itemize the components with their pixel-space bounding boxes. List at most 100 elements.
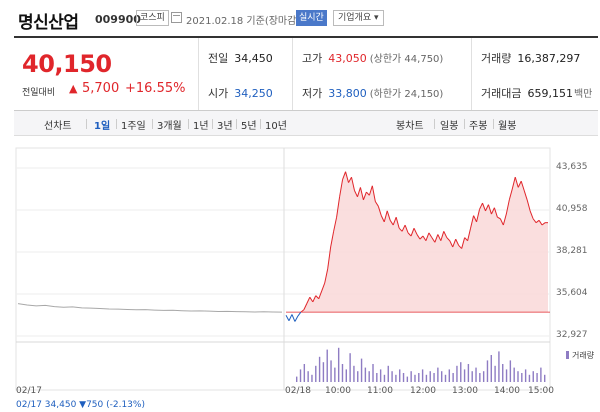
volume-bar [368,371,370,382]
price-segment [303,303,308,310]
volume-bar [345,369,347,382]
period-1y[interactable]: 1년 [193,117,209,132]
separator [260,119,261,129]
volume-bar [364,367,367,382]
volume-bar [315,365,317,382]
volume-bar [494,365,496,382]
price-segment [446,237,451,242]
volume-bar [326,349,328,382]
price-segment [416,234,421,240]
y-tick-label: 40,958 [556,204,588,214]
volume-legend: 거래량 [572,351,595,360]
period-1w[interactable]: 1주일 [121,117,146,132]
chart-series-lines [17,171,550,322]
volume-bar [498,351,500,382]
period-5y[interactable]: 5년 [241,117,257,132]
price-summary: 40,150 전일대비 ▲ 5,700 +16.55% [14,38,198,110]
price-segment [449,240,454,248]
realtime-button[interactable]: 실시간 [296,10,327,26]
price-segment [464,237,468,242]
x-tick-label: 13:00 [452,386,478,396]
price-segment [398,227,403,232]
volume-bar [410,371,412,382]
prev-day-line [17,303,283,313]
price-segment [490,207,495,215]
price-segment [476,209,481,223]
volume-legend-swatch [566,351,569,359]
price-segment [359,187,364,201]
price-segment [380,215,385,223]
volume-bar [376,373,378,382]
price-segment [351,177,355,191]
price-segment [482,202,486,212]
low-label: 저가 [302,87,323,100]
volume-bar [399,369,401,382]
volume-bar [448,369,451,382]
market-badge: 코스피 [136,10,169,26]
volume-label: 거래량 [481,52,512,65]
candle-monthly[interactable]: 월봉 [498,117,516,132]
price-segment [345,171,350,183]
volume-bar [391,371,393,382]
prev-close-value: 34,450 [234,52,273,65]
price-segment [312,295,317,303]
volume-bar [521,373,523,382]
company-info-dropdown[interactable]: 기업개요 ▾ [333,10,384,26]
volume-bar [471,371,473,382]
price-segment [354,190,358,198]
price-segment [479,202,483,210]
price-segment [407,232,412,237]
price-segment [455,238,460,246]
price-segment [315,295,320,300]
x-tick-label: 02/17 [16,386,42,396]
volume-bar [505,369,508,382]
y-tick-label: 32,927 [556,330,588,340]
volume-bar [502,364,504,382]
volume-bar [437,367,439,382]
volume-bar [299,369,302,382]
period-3m[interactable]: 3개월 [157,117,182,132]
price-segment [330,231,335,248]
volume-bar [440,371,443,382]
volume-bar [357,371,359,382]
volume-bar [353,365,355,382]
amount-cell: 거래대금 659,151백만 [481,85,592,101]
period-10y[interactable]: 10년 [265,117,287,132]
price-segment [485,204,489,212]
y-tick-label: 38,281 [556,246,588,256]
price-segment [514,177,519,188]
price-segment [493,207,498,218]
volume-bar [490,355,492,382]
price-segment [422,235,427,241]
chart-period-bar: 선차트 1일 1주일 3개월 1년 3년 5년 10년 봉차트 일봉 주봉 월봉 [14,111,598,136]
volume-bar [544,374,546,382]
volume-bar [540,367,542,382]
stock-code: 009900 [95,13,141,26]
volume-bar [330,360,332,382]
x-tick-label: 15:00 [528,386,554,396]
candle-weekly[interactable]: 주봉 [469,117,487,132]
price-segment [487,204,492,215]
period-1d[interactable]: 1일 [94,117,110,132]
chart-grid [15,147,551,391]
separator [212,119,213,129]
separator [152,119,153,129]
price-segment [440,231,445,241]
candle-daily[interactable]: 일봉 [440,117,458,132]
x-tick-label: 10:00 [325,386,351,396]
low-cell: 저가 33,800 (하한가 24,150) [302,85,443,101]
volume-bar [486,360,489,382]
volume-bar [360,358,363,382]
volume-bar [379,369,382,382]
volume-bar [456,365,458,382]
price-segment [452,238,457,248]
x-tick-label: 14:00 [494,386,520,396]
volume-bar [418,373,420,382]
price-segment [395,217,400,229]
volume-bar [322,362,325,382]
x-tick-label: 11:00 [367,386,393,396]
price-segment [458,245,463,249]
period-3y[interactable]: 3년 [217,117,233,132]
volume-bar [452,373,454,382]
price-segment [425,232,430,241]
